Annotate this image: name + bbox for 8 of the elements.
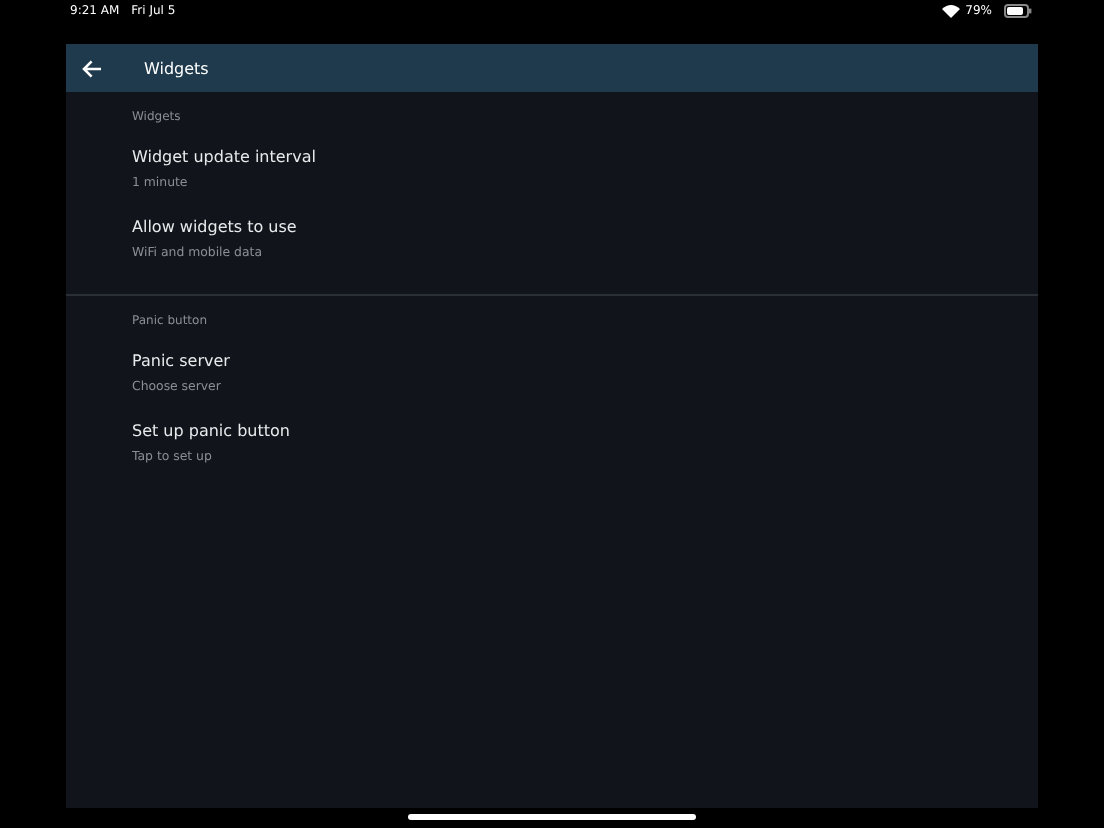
wifi-icon bbox=[941, 4, 960, 18]
back-arrow-icon[interactable] bbox=[82, 59, 102, 77]
setting-title[interactable]: Allow widgets to use bbox=[132, 218, 1038, 236]
screen-title: Widgets bbox=[144, 59, 209, 77]
setting-title[interactable]: Panic server bbox=[132, 352, 1038, 370]
setting-title[interactable]: Widget update interval bbox=[132, 148, 1038, 166]
setting-title[interactable]: Set up panic button bbox=[132, 422, 1038, 440]
battery-icon bbox=[1004, 4, 1032, 18]
